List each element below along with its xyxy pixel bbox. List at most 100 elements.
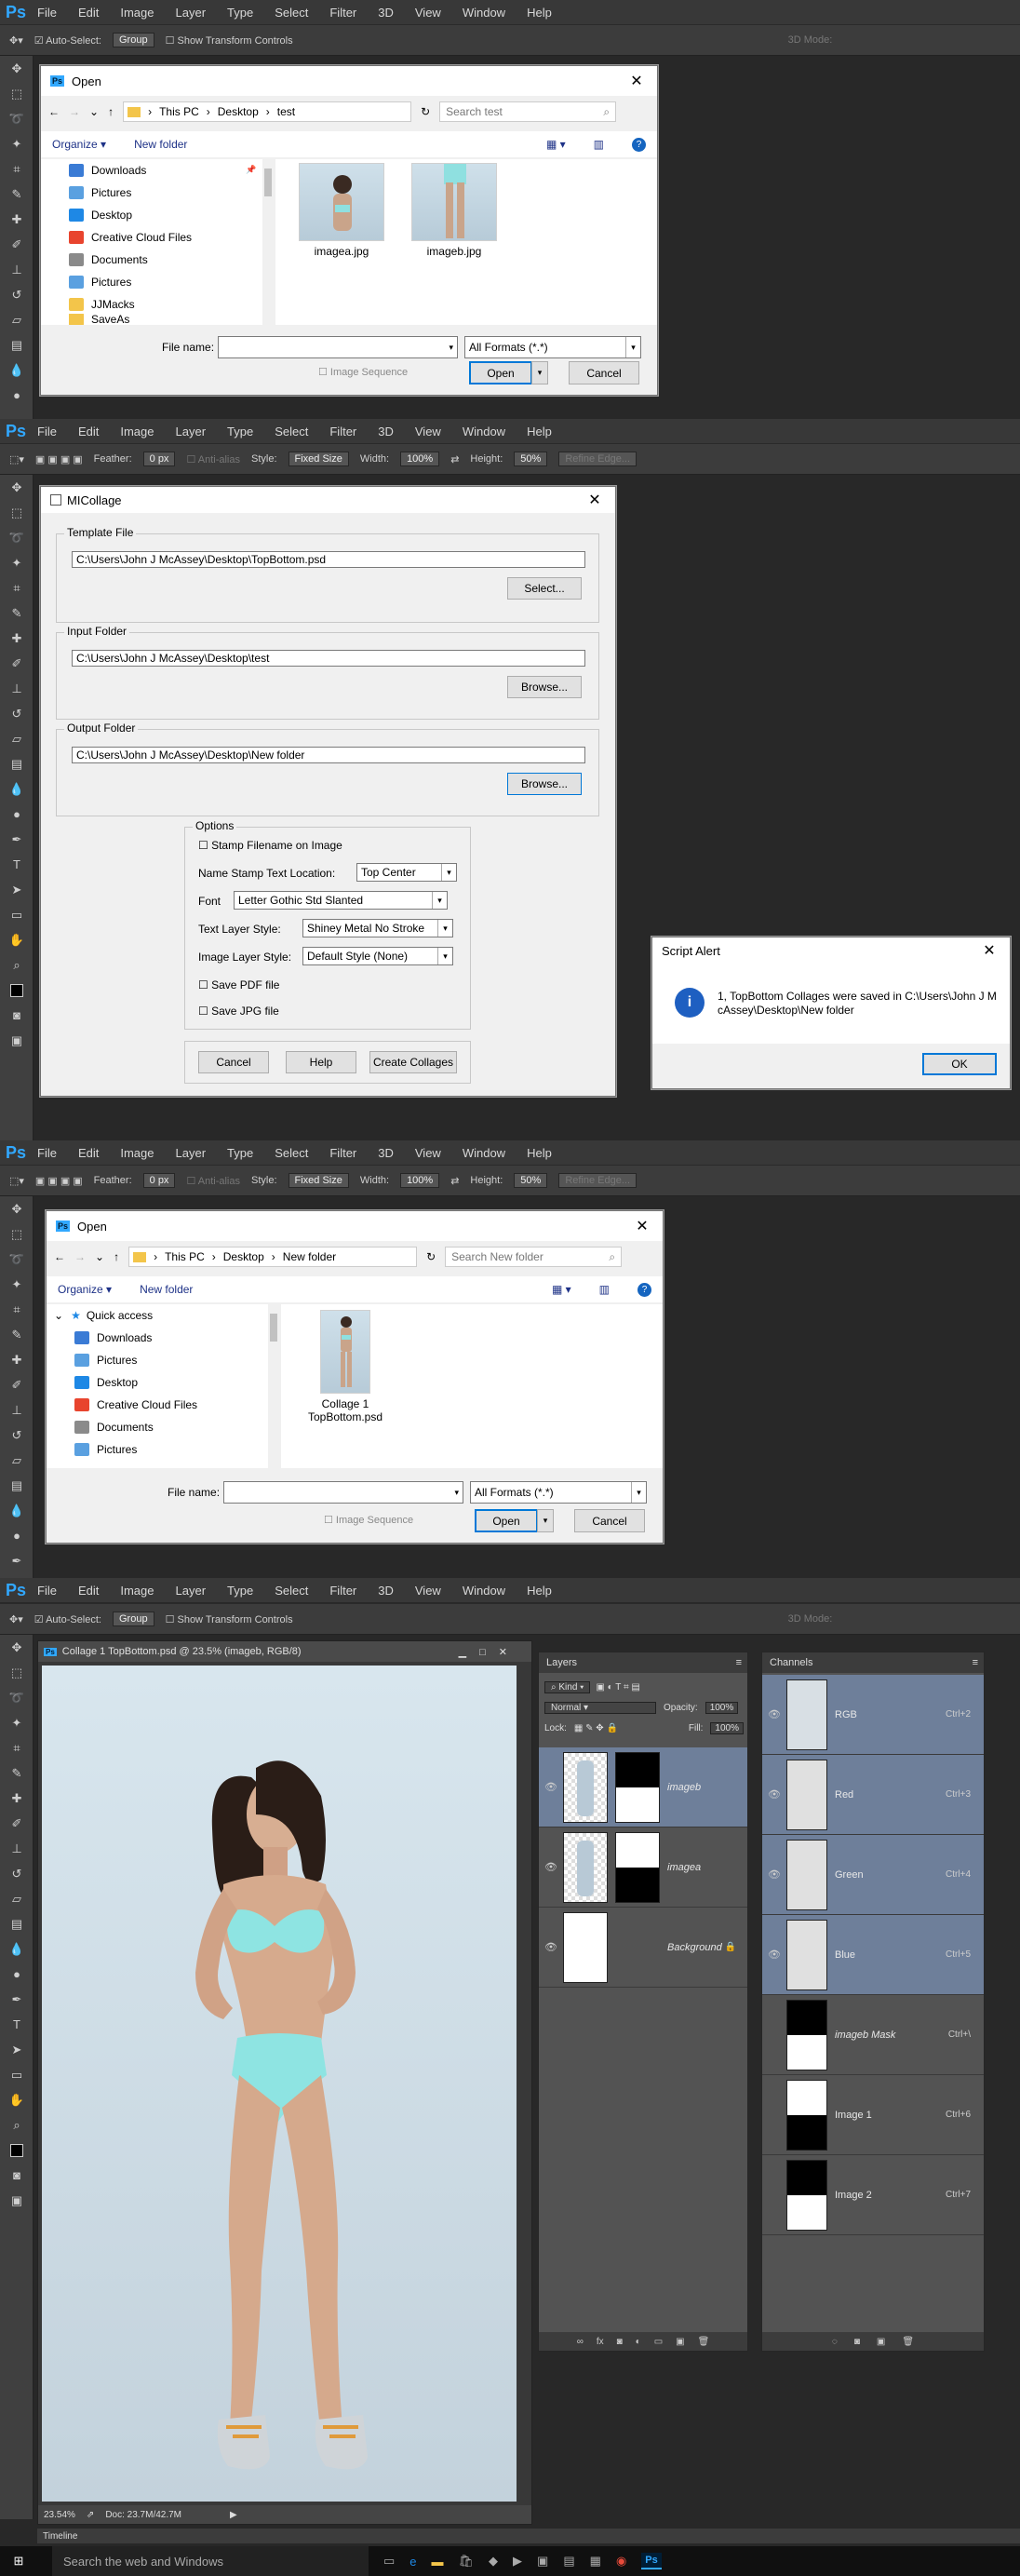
recent-icon[interactable]: ⌄ <box>95 1250 104 1263</box>
help-icon[interactable]: ? <box>632 137 646 152</box>
preview-pane-icon[interactable]: ▥ <box>594 138 604 151</box>
type-icon[interactable]: T <box>0 2012 34 2037</box>
dodge-icon[interactable]: ● <box>0 383 34 408</box>
document-tab[interactable]: Ps Collage 1 TopBottom.psd @ 23.5% (imag… <box>38 1641 531 1662</box>
shape-icon[interactable]: ▭ <box>0 902 34 927</box>
opacity-input[interactable]: 100% <box>705 1701 739 1714</box>
menu-window[interactable]: Window <box>463 1584 505 1598</box>
swap-icon[interactable]: ⇄ <box>450 453 459 465</box>
lock-icons[interactable]: ▦ ✎ ✥ 🔒 <box>574 1723 618 1733</box>
menu-filter[interactable]: Filter <box>329 1584 356 1598</box>
nav-item[interactable]: Pictures <box>74 1349 137 1371</box>
blur-icon[interactable]: 💧 <box>0 776 34 802</box>
help-button[interactable]: Help <box>286 1051 356 1073</box>
browse-input-button[interactable]: Browse... <box>507 676 582 698</box>
quick-access-item[interactable]: ⌄ ★ Quick access <box>54 1304 153 1327</box>
open-dropdown-icon[interactable]: ▾ <box>531 361 548 384</box>
path-select-icon[interactable]: ➤ <box>0 877 34 902</box>
taskbar-search[interactable]: Search the web and Windows <box>52 2546 369 2576</box>
eye-icon[interactable]: 👁 <box>539 1861 563 1873</box>
history-brush-icon[interactable]: ↺ <box>0 1861 34 1886</box>
channels-tab[interactable]: Channels ≡ <box>762 1652 984 1673</box>
create-collages-button[interactable]: Create Collages <box>369 1051 457 1073</box>
file-name[interactable]: Collage 1 TopBottom.psd <box>290 1397 400 1423</box>
nav-item[interactable]: Pictures <box>69 271 131 293</box>
chrome-icon[interactable]: ◉ <box>616 2554 626 2569</box>
menu-image[interactable]: Image <box>120 1146 154 1160</box>
mask-icon[interactable]: ◙ <box>617 2337 623 2347</box>
menu-select[interactable]: Select <box>275 6 308 20</box>
menu-edit[interactable]: Edit <box>78 6 99 20</box>
eyedropper-icon[interactable]: ✎ <box>0 1322 34 1347</box>
back-icon[interactable]: ← <box>54 1250 65 1263</box>
open-button[interactable]: Open <box>475 1509 538 1532</box>
menu-help[interactable]: Help <box>527 1584 552 1598</box>
up-icon[interactable]: ↑ <box>108 105 114 118</box>
back-icon[interactable]: ← <box>48 105 60 118</box>
height-input[interactable]: 50% <box>514 452 548 466</box>
location-select[interactable]: Top Center ▾ <box>356 863 457 882</box>
stamp-icon[interactable]: ⊥ <box>0 1836 34 1861</box>
menu-3d[interactable]: 3D <box>378 6 394 20</box>
menu-select[interactable]: Select <box>275 1146 308 1160</box>
app-icon[interactable]: ▣ <box>537 2554 548 2569</box>
cancel-button[interactable]: Cancel <box>574 1509 645 1532</box>
brush-icon[interactable]: ✐ <box>0 651 34 676</box>
history-brush-icon[interactable]: ↺ <box>0 1423 34 1448</box>
pen-icon[interactable]: ✒ <box>0 1987 34 2012</box>
preview-pane-icon[interactable]: ▥ <box>599 1283 610 1296</box>
feather-input[interactable]: 0 px <box>142 452 176 466</box>
menu-filter[interactable]: Filter <box>329 6 356 20</box>
crop-icon[interactable]: ⌗ <box>0 156 34 182</box>
wand-icon[interactable]: ✦ <box>0 550 34 575</box>
nav-item[interactable]: Desktop <box>69 204 132 226</box>
menu-type[interactable]: Type <box>227 1146 253 1160</box>
zoom-icon[interactable]: ⌕ <box>0 952 34 978</box>
gradient-icon[interactable]: ▤ <box>0 1473 34 1498</box>
menu-edit[interactable]: Edit <box>78 425 99 438</box>
type-icon[interactable]: T <box>0 852 34 877</box>
path-select-icon[interactable]: ➤ <box>0 2037 34 2062</box>
crop-icon[interactable]: ⌗ <box>0 1297 34 1322</box>
menu-type[interactable]: Type <box>227 425 253 438</box>
menu-window[interactable]: Window <box>463 425 505 438</box>
terminal-icon[interactable]: ▤ <box>563 2554 574 2569</box>
timeline-bar[interactable]: Timeline <box>37 2529 1020 2543</box>
help-icon[interactable]: ? <box>638 1282 651 1297</box>
nav-item[interactable]: Documents <box>69 249 148 271</box>
channel-row[interactable]: Image 2 Ctrl+7 <box>762 2155 984 2235</box>
group-select[interactable]: Group <box>112 33 154 47</box>
menu-file[interactable]: File <box>37 1584 57 1598</box>
menu-select[interactable]: Select <box>275 425 308 438</box>
status-arrow-icon[interactable]: ▶ <box>230 2510 237 2520</box>
up-icon[interactable]: ↑ <box>114 1250 119 1263</box>
stamp-icon[interactable]: ⊥ <box>0 257 34 282</box>
photoshop-taskbar-icon[interactable]: Ps <box>641 2553 662 2569</box>
app-icon[interactable]: ▶ <box>513 2554 522 2569</box>
format-select[interactable]: All Formats (*.*) ▾ <box>470 1481 647 1504</box>
menu-image[interactable]: Image <box>120 1584 154 1598</box>
eraser-icon[interactable]: ▱ <box>0 1448 34 1473</box>
dodge-icon[interactable]: ● <box>0 1523 34 1548</box>
nav-item[interactable]: JJMacks <box>69 293 135 316</box>
move-icon[interactable]: ✥ <box>0 475 34 500</box>
eye-icon[interactable]: 👁 <box>762 1708 786 1720</box>
fill-input[interactable]: 100% <box>710 1721 744 1734</box>
marquee-icon[interactable]: ⬚ <box>0 81 34 106</box>
eye-icon[interactable]: 👁 <box>539 1781 563 1793</box>
transform-checkbox[interactable]: ☐ Show Transform Controls <box>166 34 293 47</box>
menu-3d[interactable]: 3D <box>378 1584 394 1598</box>
image-sequence-checkbox[interactable]: ☐ Image Sequence <box>318 366 408 378</box>
menu-type[interactable]: Type <box>227 6 253 20</box>
canvas[interactable] <box>42 1666 517 2502</box>
channel-row[interactable]: 👁 Green Ctrl+4 <box>762 1835 984 1915</box>
antialias-checkbox[interactable]: ☐ Anti-alias <box>186 453 240 465</box>
hand-icon[interactable]: ✋ <box>0 2087 34 2112</box>
breadcrumb[interactable]: › This PC › Desktop › New folder <box>128 1247 418 1267</box>
menu-window[interactable]: Window <box>463 1146 505 1160</box>
menu-edit[interactable]: Edit <box>78 1584 99 1598</box>
menu-filter[interactable]: Filter <box>329 425 356 438</box>
close-icon[interactable]: ✕ <box>574 491 615 509</box>
crop-icon[interactable]: ⌗ <box>0 1735 34 1760</box>
filename-input[interactable]: ▾ <box>223 1481 463 1504</box>
